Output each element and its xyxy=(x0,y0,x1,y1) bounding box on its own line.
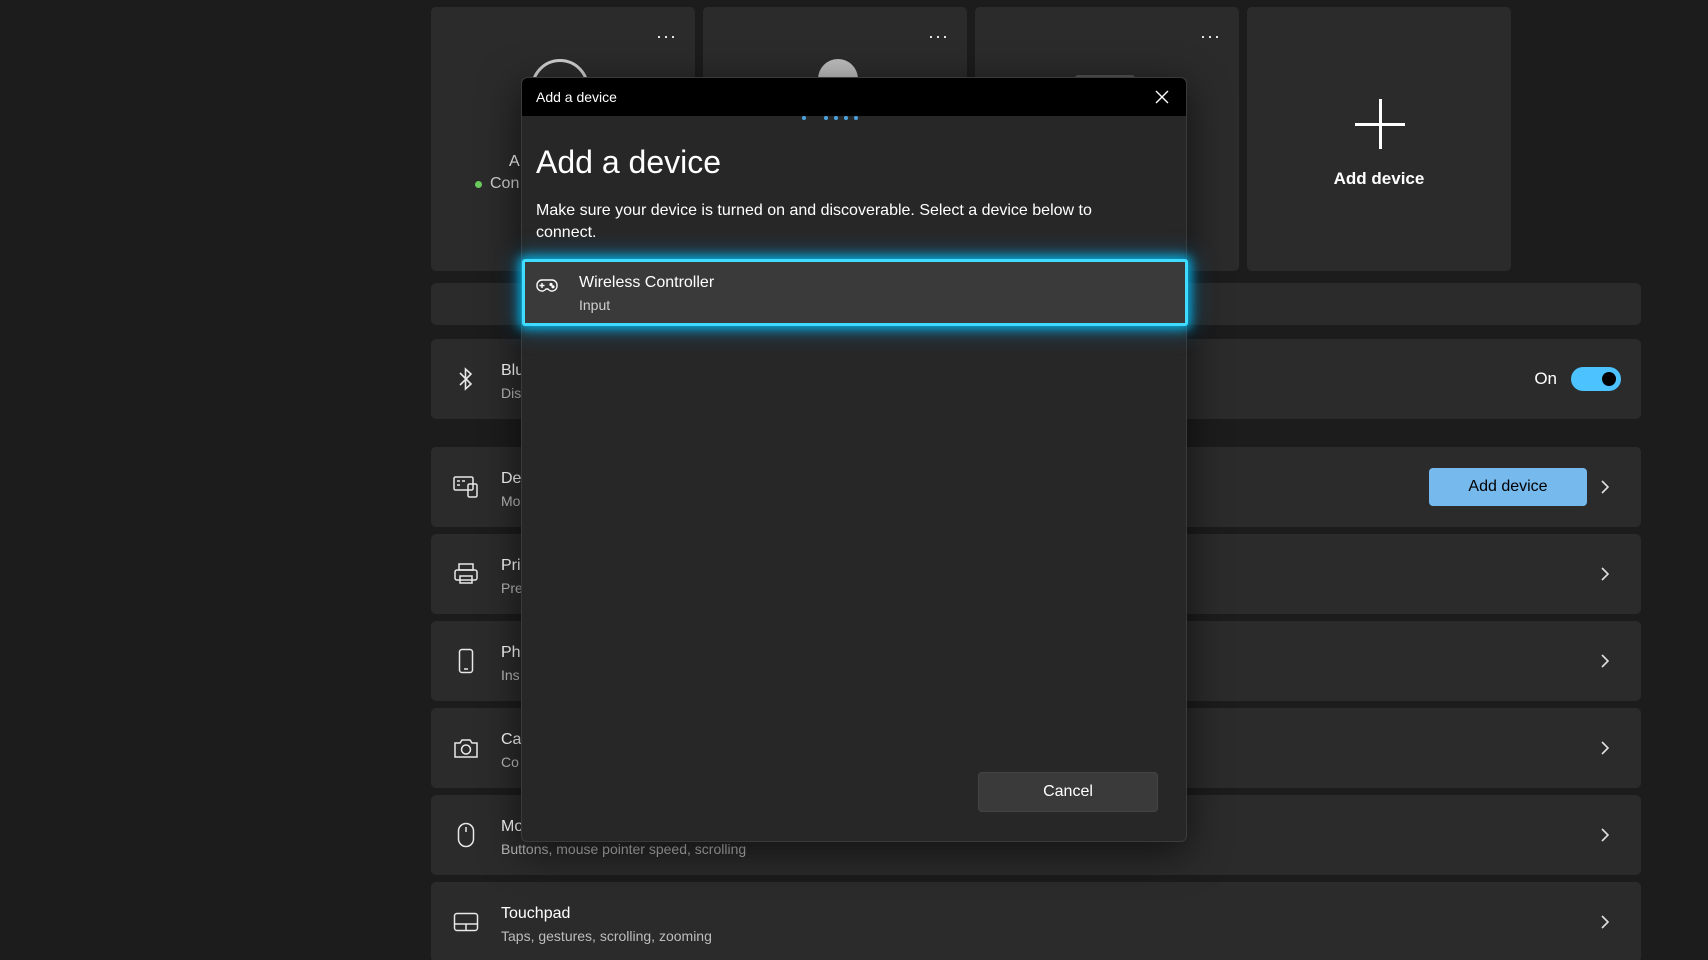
mouse-icon xyxy=(453,822,479,848)
device-tile-name: A xyxy=(509,153,520,170)
cancel-button[interactable]: Cancel xyxy=(978,772,1158,812)
phone-subtitle: Ins xyxy=(501,667,520,683)
bluetooth-icon xyxy=(453,366,479,392)
chevron-right-icon[interactable] xyxy=(1595,912,1615,932)
searching-progress-indicator xyxy=(802,116,858,120)
touchpad-icon xyxy=(453,909,479,935)
bluetooth-toggle[interactable] xyxy=(1571,367,1621,391)
connected-dot-icon xyxy=(475,180,482,188)
add-device-tile-label: Add device xyxy=(1333,169,1425,188)
devices-icon xyxy=(453,474,479,500)
plus-icon xyxy=(1355,99,1405,149)
add-device-button[interactable]: Add device xyxy=(1429,468,1587,506)
cameras-subtitle: Co xyxy=(501,754,519,770)
chevron-right-icon[interactable] xyxy=(1595,738,1615,758)
device-tile-status-text: Con xyxy=(490,175,520,192)
cameras-title: Ca xyxy=(501,731,522,748)
add-device-tile[interactable]: Add device xyxy=(1247,7,1511,271)
phone-icon xyxy=(453,648,479,674)
toggle-knob xyxy=(1602,372,1616,386)
touchpad-title: Touchpad xyxy=(501,905,571,922)
printers-subtitle: Pre xyxy=(501,580,523,596)
touchpad-subtitle: Taps, gestures, scrolling, zooming xyxy=(501,928,712,944)
more-options-icon[interactable]: ··· xyxy=(928,27,949,45)
add-device-dialog: Add a device Add a device Make sure your… xyxy=(521,77,1188,842)
dialog-titlebar: Add a device xyxy=(522,78,1186,116)
bluetooth-toggle-label: On xyxy=(1534,369,1557,388)
dialog-heading: Add a device xyxy=(536,144,722,180)
mouse-title: Mo xyxy=(501,818,524,835)
close-icon[interactable] xyxy=(1152,87,1172,107)
device-type: Input xyxy=(579,297,611,313)
dialog-window-title: Add a device xyxy=(536,89,617,105)
chevron-right-icon[interactable] xyxy=(1595,825,1615,845)
printers-title: Pri xyxy=(501,557,521,574)
chevron-right-icon[interactable] xyxy=(1595,564,1615,584)
phone-title: Ph xyxy=(501,644,521,661)
mouse-subtitle: Buttons, mouse pointer speed, scrolling xyxy=(501,841,747,857)
device-tile-status: Con xyxy=(475,175,519,193)
device-name: Wireless Controller xyxy=(579,274,715,291)
bluetooth-subtitle: Dis xyxy=(501,385,522,401)
chevron-right-icon[interactable] xyxy=(1595,651,1615,671)
device-list-item[interactable]: Wireless Controller Input xyxy=(522,259,1188,326)
devices-subtitle: Mo xyxy=(501,493,521,509)
devices-title: De xyxy=(501,470,522,487)
gamepad-icon xyxy=(536,278,560,298)
printer-icon xyxy=(453,561,479,587)
settings-window: ··· A Con ··· ··· Add device Blu Dis On xyxy=(0,0,1708,960)
camera-icon xyxy=(453,735,479,761)
chevron-right-icon[interactable] xyxy=(1595,477,1615,497)
more-options-icon[interactable]: ··· xyxy=(1200,27,1221,45)
touchpad-row[interactable]: Touchpad Taps, gestures, scrolling, zoom… xyxy=(431,882,1641,960)
dialog-description: Make sure your device is turned on and d… xyxy=(536,202,1092,241)
more-options-icon[interactable]: ··· xyxy=(656,27,677,45)
